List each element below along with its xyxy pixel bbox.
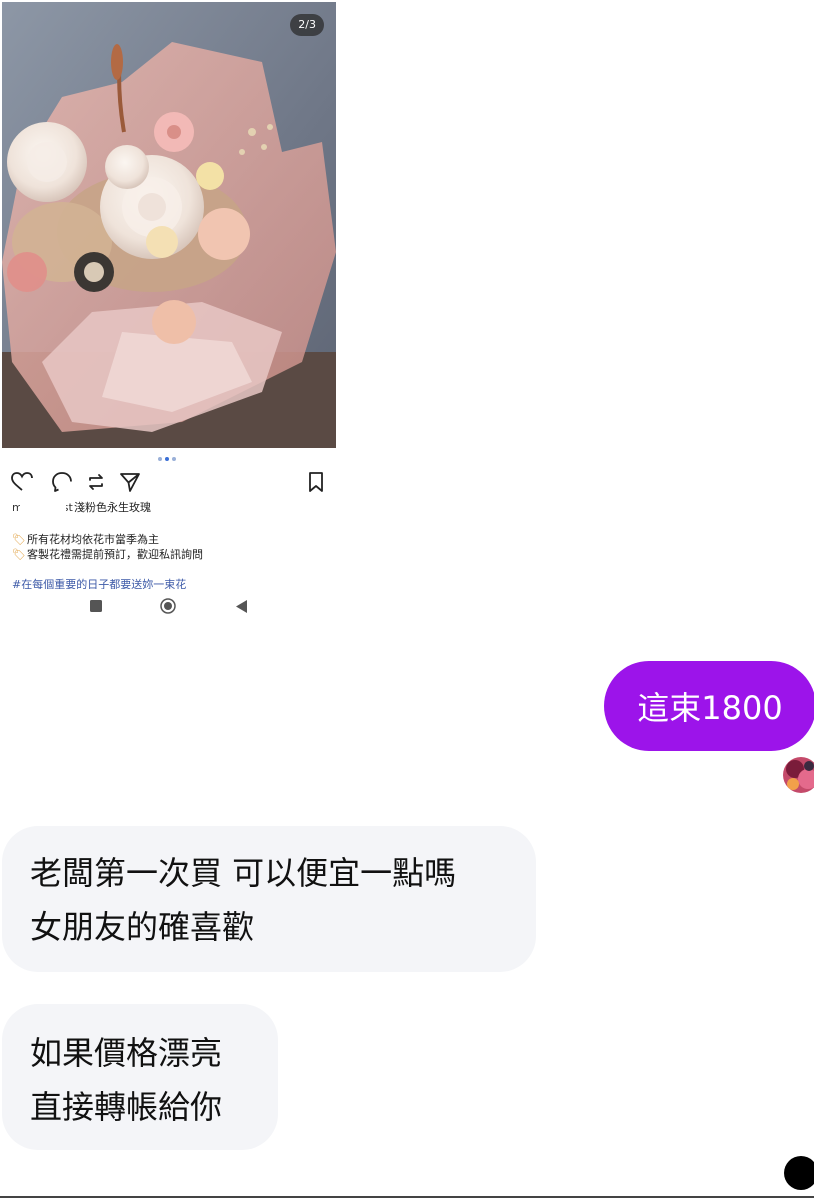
incoming-message-bubble[interactable]: 老闆第一次買 可以便宜一點嗎 女朋友的確喜歡	[2, 826, 536, 972]
bottom-divider	[0, 1196, 814, 1198]
message-line: 女朋友的確喜歡	[30, 908, 255, 946]
post-title: 淺粉色永生玫瑰	[74, 501, 151, 514]
tag-emoji-icon: 🏷	[12, 533, 26, 546]
image-counter: 2/3	[290, 14, 324, 36]
post-hashtag[interactable]: #在每個重要的日子都要送妳一束花	[12, 577, 186, 589]
bouquet-photo[interactable]: 2/3	[2, 2, 336, 448]
repost-icon[interactable]	[84, 470, 108, 494]
send-icon[interactable]	[118, 470, 142, 494]
avatar-image	[783, 757, 814, 793]
post-action-bar	[10, 470, 328, 496]
carousel-dot	[158, 457, 162, 461]
comment-icon[interactable]	[50, 470, 74, 494]
message-line: 老闆第一次買 可以便宜一點嗎	[30, 854, 457, 892]
recent-apps-icon[interactable]	[90, 600, 102, 612]
system-nav-bar	[86, 598, 256, 620]
bookmark-icon[interactable]	[304, 470, 328, 494]
message-line: 如果價格漂亮	[30, 1034, 223, 1072]
shared-post-card[interactable]: 2/3 m st淺粉色永生玫瑰 🏷所有花材均依花市當季為主 🏷客製花禮需提前預訂，…	[0, 0, 340, 628]
carousel-dot-active	[165, 457, 169, 461]
carousel-dot	[172, 457, 176, 461]
tag-emoji-icon: 🏷	[12, 548, 26, 561]
username-redaction	[20, 500, 66, 518]
back-icon[interactable]	[236, 600, 248, 613]
home-icon[interactable]	[160, 598, 176, 614]
post-note-line: 🏷客製花禮需提前預訂，歡迎私訊詢問	[12, 548, 203, 561]
outgoing-message-bubble[interactable]: 這束1800	[604, 661, 814, 751]
avatar[interactable]	[783, 757, 814, 793]
carousel-dots	[158, 457, 176, 463]
heart-icon[interactable]	[10, 470, 34, 494]
post-note-line: 🏷所有花材均依花市當季為主	[12, 533, 159, 546]
bouquet-illustration	[2, 2, 336, 448]
read-receipt-dot	[784, 1156, 814, 1190]
incoming-message-bubble[interactable]: 如果價格漂亮 直接轉帳給你	[2, 1004, 278, 1150]
message-line: 直接轉帳給你	[30, 1088, 223, 1126]
